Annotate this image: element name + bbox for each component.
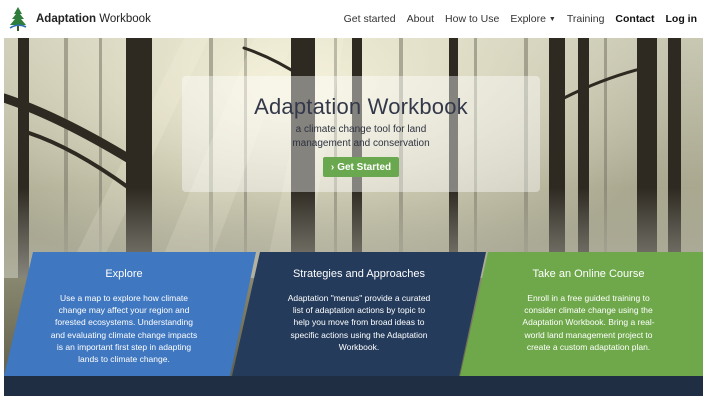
panel-strategies-line: Adaptation "menus" provide a curated	[287, 293, 431, 303]
nav-get-started[interactable]: Get started	[344, 13, 396, 25]
panel-explore-line: change may affect your region and	[58, 305, 190, 316]
nav-training[interactable]: Training	[567, 13, 605, 25]
nav-about[interactable]: About	[407, 13, 434, 25]
panel-strategies-content: Strategies and Approaches Adaptation "me…	[240, 252, 478, 353]
nav-how-to-use[interactable]: How to Use	[445, 13, 499, 25]
panel-explore-text: Use a map to explore how climate change …	[4, 292, 244, 365]
panel-online-course-content: Take an Online Course Enroll in a free g…	[474, 252, 703, 353]
panel-explore-line: forested ecosystems. Understanding	[55, 317, 193, 328]
top-navbar: Adaptation Workbook Get started About Ho…	[0, 0, 707, 38]
tree-logo-icon	[9, 7, 27, 31]
panel-online-course-line: Adaptation Workbook. Bring a real-	[522, 317, 655, 328]
get-started-button[interactable]: › Get Started	[323, 157, 399, 177]
panel-online-course-line: consider climate change using the	[524, 305, 653, 316]
panel-strategies[interactable]: Strategies and Approaches Adaptation "me…	[232, 252, 486, 376]
panel-strategies-text: Adaptation "menus" provide a curated lis…	[240, 292, 478, 353]
nav-explore-label: Explore	[510, 13, 546, 25]
get-started-button-label: Get Started	[337, 161, 392, 173]
panel-strategies-title: Strategies and Approaches	[292, 268, 426, 280]
nav-explore-dropdown[interactable]: Explore ▼	[510, 13, 556, 25]
panel-online-course-text: Enroll in a free guided training to cons…	[474, 292, 703, 353]
panel-online-course-title: Take an Online Course	[532, 268, 645, 280]
hero-title: Adaptation Workbook	[254, 94, 468, 119]
nav-log-in[interactable]: Log in	[666, 13, 698, 25]
panel-online-course-line: Enroll in a free guided training to	[527, 293, 650, 303]
panel-explore-content: Explore Use a map to explore how climate…	[4, 252, 244, 365]
hero-section: Adaptation Workbook a climate change too…	[4, 38, 703, 396]
panel-strategies-line: help you move from broad ideas to	[293, 317, 425, 328]
panel-explore-title: Explore	[105, 268, 143, 280]
panel-strategies-line: specific actions using the Adaptation	[290, 329, 428, 340]
main-nav: Get started About How to Use Explore ▼ Tr…	[333, 0, 697, 38]
panel-explore-line: lands to climate change.	[78, 354, 170, 365]
hero-card: Adaptation Workbook a climate change too…	[182, 76, 540, 192]
panel-explore[interactable]: Explore Use a map to explore how climate…	[4, 252, 256, 376]
panel-online-course-line: create a custom adaptation plan.	[526, 341, 651, 352]
hero-subtitle-line-1: a climate change tool for land	[295, 124, 427, 135]
panel-explore-line: is an important first step in adapting	[56, 341, 192, 352]
chevron-right-icon: ›	[330, 161, 335, 173]
panel-strategies-line: Workbook.	[338, 341, 380, 352]
panel-explore-line: and evaluating climate change impacts	[50, 329, 198, 340]
caret-down-icon: ▼	[548, 15, 556, 23]
bottom-band	[4, 376, 703, 396]
panel-explore-line: Use a map to explore how climate	[59, 293, 189, 303]
panel-online-course-line: world land management project to	[524, 329, 653, 340]
nav-contact[interactable]: Contact	[615, 13, 654, 25]
brand-name: Adaptation Workbook	[36, 13, 151, 25]
panel-strategies-line: list of adaptation actions by topic to	[292, 305, 426, 316]
brand-link[interactable]: Adaptation Workbook	[8, 6, 151, 32]
panel-online-course[interactable]: Take an Online Course Enroll in a free g…	[460, 252, 703, 376]
hero-subtitle-line-2: management and conservation	[292, 138, 430, 149]
hero-subtitle: a climate change tool for land managemen…	[182, 123, 540, 151]
